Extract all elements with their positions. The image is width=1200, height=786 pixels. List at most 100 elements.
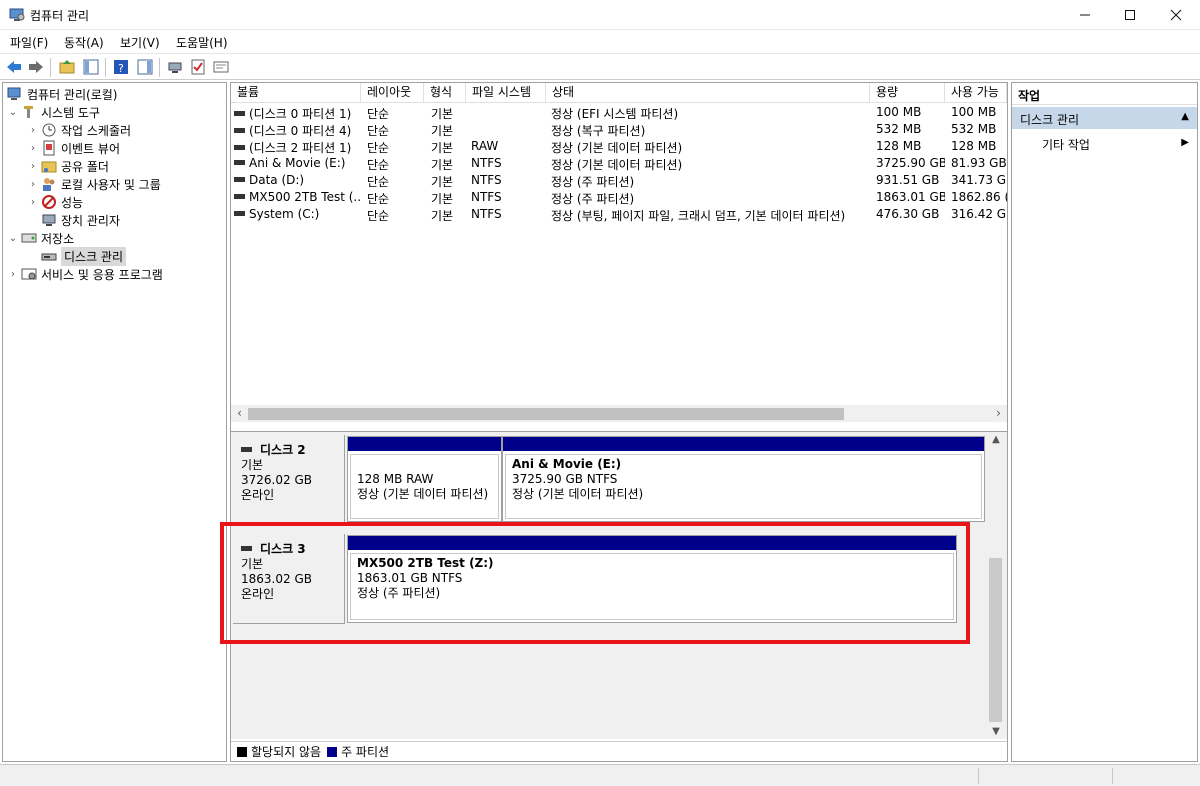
horizontal-scrollbar[interactable]: ‹ ›: [231, 405, 1007, 422]
vertical-scroll-thumb[interactable]: [989, 558, 1002, 722]
cell-text: 931.51 GB: [876, 173, 940, 187]
tree-item-event-viewer[interactable]: › 이벤트 뷰어: [27, 139, 120, 157]
collapsed-chevron-icon[interactable]: ›: [27, 125, 39, 136]
collapsed-chevron-icon[interactable]: ›: [27, 179, 39, 190]
expand-chevron-icon[interactable]: ⌄: [7, 107, 19, 118]
tree-item-device-manager[interactable]: 장치 관리자: [39, 211, 120, 229]
partition-disk2-raw[interactable]: 128 MB RAW 정상 (기본 데이터 파티션): [347, 436, 502, 522]
menu-file[interactable]: 파일(F): [10, 34, 48, 51]
vertical-scrollbar[interactable]: ▲ ▼: [987, 432, 1005, 739]
collapsed-chevron-icon[interactable]: ›: [27, 161, 39, 172]
table-row[interactable]: Ani & Movie (E:) 단순 기본 NTFS 정상 (기본 데이터 파티션) 3…: [231, 155, 1007, 172]
tree-item-local-users[interactable]: › 로컬 사용자 및 그룹: [27, 175, 161, 193]
cell-capacity: 532 MB: [876, 122, 945, 136]
up-button[interactable]: [58, 58, 76, 76]
cell-layout: 단순: [367, 105, 424, 122]
menu-view[interactable]: 보기(V): [120, 34, 160, 51]
cell-status: 정상 (주 파티션): [551, 190, 869, 207]
cell-layout: 단순: [367, 139, 424, 156]
cell-text: 단순: [367, 209, 390, 223]
status-divider: [978, 768, 979, 784]
scroll-left-icon[interactable]: ‹: [231, 406, 248, 420]
menu-help[interactable]: 도움말(H): [176, 34, 228, 51]
table-row[interactable]: Data (D:) 단순 기본 NTFS 정상 (주 파티션) 931.51 GB 341.…: [231, 172, 1007, 189]
scroll-up-icon[interactable]: ▲: [987, 434, 1005, 445]
partition-size: 3725.90 GB NTFS: [512, 472, 618, 486]
maximize-button[interactable]: [1107, 0, 1153, 30]
legend-unallocated: 할당되지 않음: [251, 745, 322, 759]
tree-item-services[interactable]: › 서비스 및 응용 프로그램: [7, 265, 163, 283]
cell-text: 기본: [431, 209, 454, 223]
tree-item-performance[interactable]: › 성능: [27, 193, 83, 211]
scroll-right-icon[interactable]: ›: [990, 406, 1007, 420]
show-hide-tree-button[interactable]: [82, 58, 100, 76]
column-filesystem[interactable]: 파일 시스템: [466, 83, 546, 103]
status-divider: [1112, 768, 1113, 784]
partition-mx500[interactable]: MX500 2TB Test (Z:) 1863.01 GB NTFS 정상 (…: [347, 535, 957, 623]
tree-item-shared-folders[interactable]: › 공유 폴더: [27, 157, 109, 175]
column-volume[interactable]: 볼륨: [231, 83, 361, 103]
close-button[interactable]: [1153, 0, 1199, 30]
volume-drive-icon: [234, 177, 245, 182]
unallocated-swatch: [237, 746, 247, 757]
show-hide-action-button[interactable]: [136, 58, 154, 76]
cell-layout: 단순: [367, 207, 424, 224]
forward-button[interactable]: [27, 58, 45, 76]
tree-item-system-tools[interactable]: ⌄ 시스템 도구: [7, 103, 100, 121]
cell-status: 정상 (기본 데이터 파티션): [551, 139, 869, 156]
cell-text: 1863.01 GB: [876, 190, 945, 204]
toolbar: ?: [0, 53, 1200, 80]
collapsed-chevron-icon[interactable]: ›: [27, 143, 39, 154]
table-row[interactable]: System (C:) 단순 기본 NTFS 정상 (부팅, 페이지 파일, 크래시 덤…: [231, 206, 1007, 223]
cell-capacity: 3725.90 GB: [876, 156, 945, 170]
actions-section-disk-management[interactable]: 디스크 관리 ▲: [1012, 107, 1197, 129]
column-status[interactable]: 상태: [546, 83, 870, 103]
computer-management-icon: [9, 8, 25, 21]
tree-item-task-scheduler[interactable]: › 작업 스케줄러: [27, 121, 131, 139]
table-row[interactable]: MX500 2TB Test (... 단순 기본 NTFS 정상 (주 파티션) 186…: [231, 189, 1007, 206]
scroll-down-icon[interactable]: ▼: [987, 726, 1005, 737]
disk-2-label[interactable]: 디스크 2 기본 3726.02 GB 온라인: [233, 435, 345, 523]
cell-layout: 단순: [367, 122, 424, 139]
expand-chevron-icon[interactable]: ⌄: [7, 233, 19, 244]
properties-button[interactable]: [212, 58, 230, 76]
volume-drive-icon: [234, 160, 245, 165]
cell-type: 기본: [431, 156, 466, 173]
minimize-button[interactable]: [1062, 0, 1108, 30]
navigation-tree: 컴퓨터 관리(로컬) ⌄ 시스템 도구 › 작업 스케줄러 › 이벤트 뷰어 ›…: [2, 82, 227, 762]
connect-button[interactable]: [166, 58, 184, 76]
column-capacity[interactable]: 용량: [870, 83, 945, 103]
disk-size: 3726.02 GB: [241, 473, 312, 487]
tree-label-services: 서비스 및 응용 프로그램: [41, 267, 163, 282]
column-type[interactable]: 형식: [424, 83, 466, 103]
cell-free: 128 MB: [951, 139, 1007, 153]
collapse-triangle-icon[interactable]: ▲: [1181, 111, 1189, 122]
cell-capacity: 1863.01 GB: [876, 190, 945, 204]
checklist-button[interactable]: [189, 58, 207, 76]
table-row[interactable]: (디스크 0 파티션 1) 단순 기본 정상 (EFI 시스템 파티션) 100 MB 1…: [231, 104, 1007, 121]
tree-item-storage[interactable]: ⌄ 저장소: [7, 229, 74, 247]
table-row[interactable]: (디스크 2 파티션 1) 단순 기본 RAW 정상 (기본 데이터 파티션) 128 M…: [231, 138, 1007, 155]
cell-text: 341.73 G: [951, 173, 1007, 187]
help-button[interactable]: ?: [112, 58, 130, 76]
more-actions-item[interactable]: 기타 작업 ▶: [1012, 133, 1197, 153]
collapsed-chevron-icon[interactable]: ›: [7, 269, 19, 280]
cell-text: 정상 (기본 데이터 파티션): [551, 158, 683, 172]
tree-item-root[interactable]: 컴퓨터 관리(로컬): [5, 85, 117, 103]
cell-text: 단순: [367, 175, 390, 189]
partition-title: MX500 2TB Test (Z:): [357, 556, 494, 570]
tree-item-disk-management[interactable]: 디스크 관리: [39, 246, 127, 266]
collapsed-chevron-icon[interactable]: ›: [27, 197, 39, 208]
column-free-space[interactable]: 사용 가능: [945, 83, 1007, 103]
table-row[interactable]: (디스크 0 파티션 4) 단순 기본 정상 (복구 파티션) 532 MB 532 MB: [231, 121, 1007, 138]
disk-3-label[interactable]: 디스크 3 기본 1863.02 GB 온라인: [233, 534, 345, 624]
horizontal-scroll-thumb[interactable]: [248, 408, 844, 420]
back-button[interactable]: [5, 58, 23, 76]
properties-icon: [213, 61, 229, 73]
partition-ani-movie[interactable]: Ani & Movie (E:) 3725.90 GB NTFS 정상 (기본 …: [502, 436, 985, 522]
cell-type: 기본: [431, 190, 466, 207]
cell-text: 532 MB: [951, 122, 997, 136]
column-layout[interactable]: 레이아웃: [361, 83, 424, 103]
cell-text: 100 MB: [876, 105, 922, 119]
menu-action[interactable]: 동작(A): [64, 34, 104, 51]
